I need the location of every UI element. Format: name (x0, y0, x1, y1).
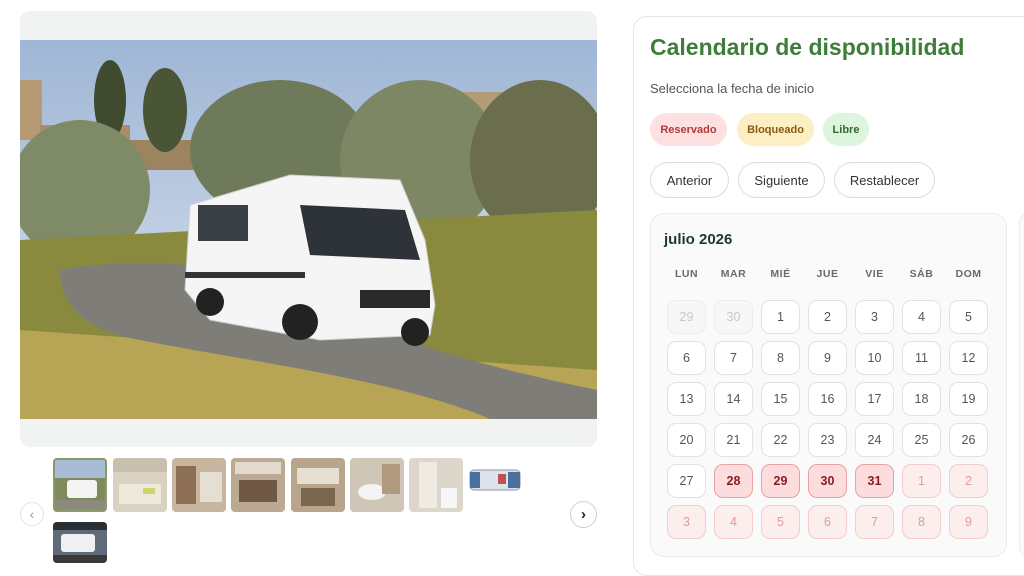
chevron-right-icon: › (581, 506, 586, 523)
calendar-day[interactable]: 28 (714, 464, 753, 498)
calendar-day[interactable]: 15 (761, 382, 800, 416)
calendar-day[interactable]: 29 (761, 464, 800, 498)
calendar-day[interactable]: 5 (949, 300, 988, 334)
calendar-day[interactable]: 26 (949, 423, 988, 457)
calendar-day[interactable]: 20 (667, 423, 706, 457)
weekday-header: SÁB (909, 268, 934, 280)
calendar-day[interactable]: 27 (667, 464, 706, 498)
thumbnail-interior-lounge[interactable] (231, 458, 285, 512)
weekday-header: VIE (865, 268, 884, 280)
thumbnail-exterior-van[interactable] (53, 458, 107, 512)
month-title: julio 2026 (664, 231, 733, 248)
calendar-day[interactable]: 3 (667, 505, 706, 539)
next-month-panel (1019, 213, 1024, 557)
calendar-day: 29 (667, 300, 706, 334)
main-photo[interactable] (20, 40, 597, 419)
thumbnail-bathroom-shower[interactable] (409, 458, 463, 512)
thumbnail-floor-plan[interactable] (468, 458, 522, 512)
calendar-day[interactable]: 4 (714, 505, 753, 539)
calendar-day[interactable]: 6 (808, 505, 847, 539)
calendar-day[interactable]: 21 (714, 423, 753, 457)
calendar-title: Calendario de disponibilidad (650, 34, 965, 60)
legend-reservado-badge: Reservado (650, 113, 727, 146)
calendar-day: 30 (714, 300, 753, 334)
calendar-day[interactable]: 17 (855, 382, 894, 416)
calendar-day[interactable]: 5 (761, 505, 800, 539)
calendar-day[interactable]: 9 (808, 341, 847, 375)
weekday-header: MAR (720, 268, 747, 280)
calendar-day[interactable]: 13 (667, 382, 706, 416)
calendar-day[interactable]: 11 (902, 341, 941, 375)
calendar-day[interactable]: 14 (714, 382, 753, 416)
calendar-day[interactable]: 9 (949, 505, 988, 539)
chevron-left-icon: ‹ (29, 506, 35, 522)
weekday-header: LUN (674, 268, 699, 280)
calendar-day[interactable]: 10 (855, 341, 894, 375)
calendar-day[interactable]: 30 (808, 464, 847, 498)
calendar-day[interactable]: 4 (902, 300, 941, 334)
legend-libre-badge: Libre (823, 113, 869, 146)
thumbnail-next-button[interactable]: › (570, 501, 597, 528)
calendar-day[interactable]: 2 (949, 464, 988, 498)
calendar-day[interactable]: 22 (761, 423, 800, 457)
previous-month-button[interactable]: Anterior (650, 162, 729, 198)
calendar-day[interactable]: 1 (761, 300, 800, 334)
weekday-header: MIÉ (770, 268, 791, 280)
calendar-day[interactable]: 6 (667, 341, 706, 375)
calendar-day[interactable]: 18 (902, 382, 941, 416)
thumbnail-interior-seating[interactable] (291, 458, 345, 512)
calendar-day[interactable]: 16 (808, 382, 847, 416)
calendar-day[interactable]: 31 (855, 464, 894, 498)
legend-bloqueado-badge: Bloqueado (737, 113, 814, 146)
thumbnail-interior-kitchen[interactable] (172, 458, 226, 512)
thumbnail-exterior-awning[interactable] (53, 522, 107, 563)
calendar-day[interactable]: 19 (949, 382, 988, 416)
thumbnail-interior-bed[interactable] (113, 458, 167, 512)
calendar-day[interactable]: 1 (902, 464, 941, 498)
calendar-day[interactable]: 3 (855, 300, 894, 334)
thumbnail-bathroom-sink[interactable] (350, 458, 404, 512)
calendar-day[interactable]: 24 (855, 423, 894, 457)
calendar-day[interactable]: 8 (902, 505, 941, 539)
calendar-day[interactable]: 2 (808, 300, 847, 334)
weekday-header: JUE (816, 268, 839, 280)
thumbnail-prev-button[interactable]: ‹ (20, 502, 44, 526)
calendar-day[interactable]: 12 (949, 341, 988, 375)
calendar-day[interactable]: 25 (902, 423, 941, 457)
reset-button[interactable]: Restablecer (834, 162, 935, 198)
campervan-photo (20, 40, 597, 419)
calendar-subtitle: Selecciona la fecha de inicio (650, 81, 815, 96)
calendar-day[interactable]: 7 (855, 505, 894, 539)
calendar-day[interactable]: 23 (808, 423, 847, 457)
next-month-button[interactable]: Siguiente (738, 162, 825, 198)
weekday-header: DOM (955, 268, 982, 280)
calendar-day[interactable]: 8 (761, 341, 800, 375)
calendar-day[interactable]: 7 (714, 341, 753, 375)
